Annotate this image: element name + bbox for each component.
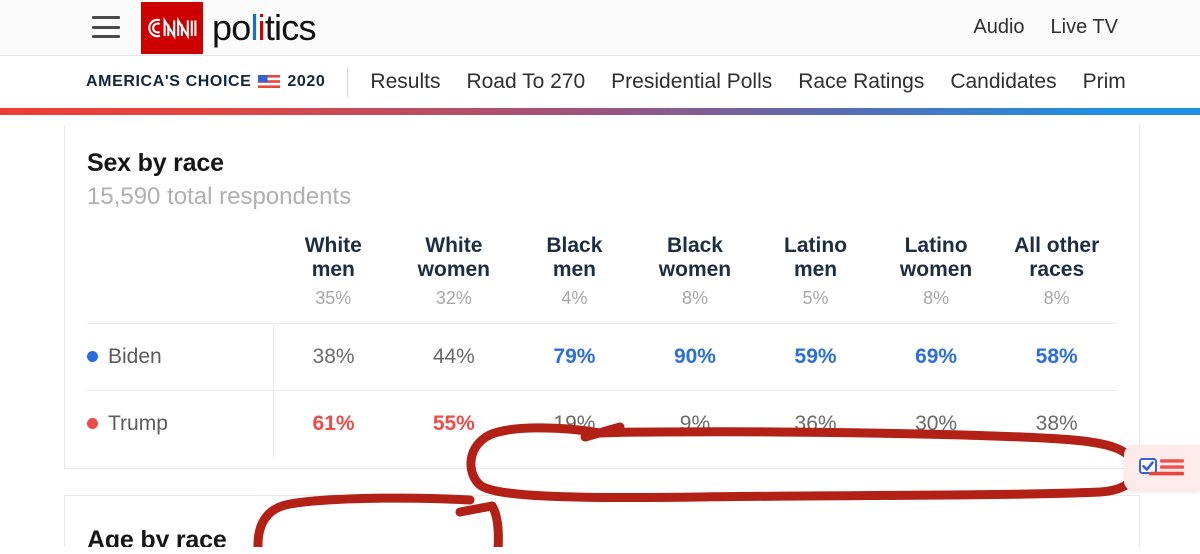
column-header-line: All other [1014, 234, 1100, 257]
result-cell: 38% [996, 390, 1117, 458]
column-header-share: 32% [435, 288, 472, 309]
table-row: Trump 61% 55% 19% 9% 36% 30% 38% [87, 390, 1117, 458]
cnn-politics-logo[interactable]: politics [141, 1, 316, 54]
column-header-black-men: Black men 4% [514, 233, 635, 324]
subnav-link-primaries[interactable]: Prim [1083, 70, 1126, 94]
column-header-line: men [311, 257, 355, 281]
respondents-count: 15,590 total respondents [87, 183, 352, 210]
subnav-divider [347, 67, 349, 97]
column-header-black-women: Black women 8% [635, 233, 756, 324]
column-header-white-women: White women 32% [394, 233, 515, 324]
column-header-line: Black [546, 234, 603, 257]
table-row: Biden 38% 44% 79% 90% 59% 69% 58% [87, 323, 1117, 391]
column-header-share: 8% [923, 288, 950, 309]
result-cell: 79% [514, 323, 635, 391]
subnav-link-race-ratings[interactable]: Race Ratings [798, 70, 924, 94]
column-header-line: races [1029, 257, 1085, 281]
header-nav: Audio Live TV [973, 16, 1178, 39]
politics-wordmark: politics [212, 6, 316, 48]
column-header-share: 5% [802, 288, 829, 309]
result-cell: 38% [272, 323, 394, 391]
column-header-line: women [899, 257, 973, 281]
result-cell: 19% [514, 390, 635, 458]
column-header-label: Black men [515, 234, 634, 281]
candidate-cell-biden: Biden [87, 323, 273, 391]
column-header-label: Latino men [756, 234, 875, 281]
candidate-color-dot [87, 351, 98, 363]
column-header-label: Latino women [877, 234, 996, 281]
candidate-cell-trump: Trump [87, 390, 273, 458]
column-header-label: All other races [997, 234, 1116, 281]
column-header-label: White women [395, 234, 514, 281]
candidate-name: Trump [108, 412, 168, 436]
table-header-row: White men 35% White women 32% Black men 4% Black w… [87, 233, 1117, 324]
site-header: politics Audio Live TV [0, 0, 1200, 56]
result-cell: 30% [875, 390, 997, 458]
hamburger-bar [92, 16, 120, 19]
column-header-latino-women: Latino women 8% [876, 233, 997, 324]
sex-by-race-card: Sex by race 15,590 total respondents Whi… [64, 125, 1140, 469]
column-header-white-men: White men 35% [273, 233, 394, 324]
subnav-link-road-to-270[interactable]: Road To 270 [466, 70, 585, 94]
table-body: Biden 38% 44% 79% 90% 59% 69% 58% Trump 61% 55% 19%… [87, 323, 1117, 458]
hamburger-bar [92, 25, 120, 29]
column-header-label: White men [274, 234, 393, 281]
result-cell: 36% [755, 390, 876, 458]
accent-gradient-bar [0, 108, 1200, 115]
americas-choice-year: 2020 [287, 73, 326, 90]
americas-choice-logo[interactable]: AMERICA'S CHOICE 2020 [86, 73, 325, 91]
result-cell: 44% [393, 323, 515, 391]
ballot-widget[interactable] [1124, 445, 1200, 491]
column-header-latino-men: Latino men 5% [755, 233, 876, 324]
us-flag-icon [258, 75, 281, 89]
candidate-color-dot [87, 418, 98, 430]
subnav-link-results[interactable]: Results [370, 70, 440, 94]
age-by-race-card: Age by race [64, 495, 1140, 547]
subnav-link-list: Results Road To 270 Presidential Polls R… [370, 70, 1125, 94]
cnn-logo-icon[interactable] [141, 1, 203, 54]
election-subnav: AMERICA'S CHOICE 2020 Results Road To 27… [0, 56, 1200, 108]
column-header-line: Latino [784, 234, 848, 257]
result-cell: 90% [634, 323, 756, 391]
column-header-share: 4% [561, 288, 588, 309]
column-header-line: Black [666, 234, 723, 257]
cnn-letters-icon [148, 16, 197, 40]
result-cell: 55% [393, 390, 515, 458]
subnav-link-presidential-polls[interactable]: Presidential Polls [611, 70, 772, 94]
table-corner-cell [87, 233, 273, 324]
candidate-name: Biden [108, 345, 162, 369]
result-cell: 61% [272, 390, 394, 458]
result-cell: 59% [755, 323, 876, 391]
hamburger-menu-icon[interactable] [92, 16, 120, 38]
ballot-checkbox-icon [1139, 458, 1184, 476]
column-header-share: 8% [1043, 288, 1070, 309]
column-header-line: men [793, 257, 838, 281]
subnav-link-candidates[interactable]: Candidates [950, 70, 1056, 94]
column-header-line: White [304, 234, 362, 257]
result-cell: 69% [875, 323, 997, 391]
main-content: Sex by race 15,590 total respondents Whi… [0, 115, 1200, 547]
column-header-all-other-races: All other races 8% [996, 233, 1117, 324]
hamburger-bar [92, 35, 120, 38]
age-by-race-title: Age by race [87, 526, 227, 547]
column-header-line: White [425, 234, 483, 257]
nav-link-audio[interactable]: Audio [973, 16, 1024, 39]
column-header-line: Latino [904, 234, 968, 257]
poll-results-table: White men 35% White women 32% Black men 4% Black w… [87, 233, 1117, 458]
column-header-share: 35% [315, 288, 352, 309]
page-title: Sex by race [87, 149, 224, 177]
nav-link-live-tv[interactable]: Live TV [1051, 16, 1118, 39]
column-header-line: women [417, 257, 491, 281]
column-header-label: Black women [636, 234, 755, 281]
column-header-share: 8% [681, 288, 708, 309]
result-cell: 58% [996, 323, 1117, 391]
column-header-line: women [658, 257, 732, 281]
result-cell: 9% [634, 390, 756, 458]
americas-choice-label: AMERICA'S CHOICE [86, 73, 252, 90]
column-header-line: men [552, 257, 596, 281]
